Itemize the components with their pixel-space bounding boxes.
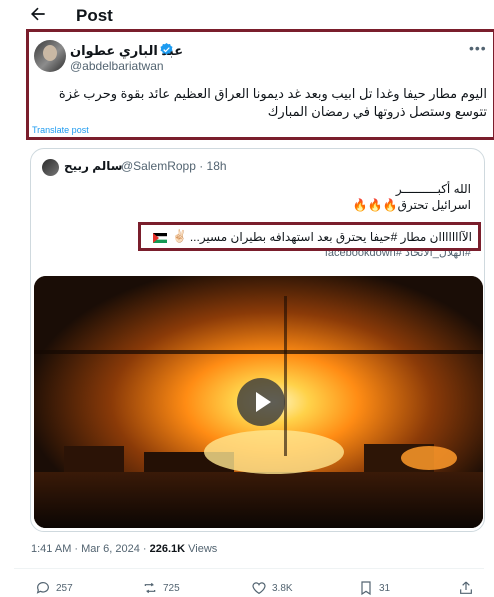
post-meta: 1:41 AM · Mar 6, 2024 · 226.1K Views (31, 543, 217, 555)
post-text-line-1: اليوم مطار حيفا وغدا تل ابيب وبعد غد ديم… (58, 86, 487, 101)
bookmark-icon (361, 581, 371, 596)
reply-icon (36, 582, 49, 594)
video-player[interactable] (34, 276, 483, 528)
author-avatar[interactable] (34, 40, 66, 72)
back-arrow-icon (31, 7, 45, 21)
quoted-author-handle: @SalemRopp · 18h (121, 159, 227, 173)
share-button[interactable] (458, 580, 474, 596)
quoted-author-avatar (42, 159, 59, 176)
quoted-text-line-1: الله أكبــــــــــر (395, 182, 471, 196)
play-icon[interactable] (237, 378, 285, 426)
repost-count: 725 (163, 582, 180, 594)
like-button[interactable]: 3.8K (251, 580, 293, 596)
post-timestamp[interactable]: 1:41 AM · Mar 6, 2024 · (31, 543, 150, 555)
author-handle[interactable]: @abdelbariatwan (70, 59, 164, 73)
peace-sign-icon: ✌🏻 (172, 229, 187, 243)
verified-badge-icon (160, 42, 173, 55)
back-arrow-button[interactable] (28, 4, 52, 28)
top-bar: Post (0, 0, 494, 32)
repost-icon (144, 582, 156, 594)
page-title: Post (76, 6, 113, 25)
post-text-line-2: تتوسع وستصل ذروتها في رمضان المبارك (267, 104, 487, 119)
reply-count: 257 (56, 582, 73, 594)
reply-button[interactable]: 257 (35, 580, 73, 596)
quoted-post-card[interactable]: سالم ربيح @SalemRopp · 18h الله أكبـــــ… (30, 148, 485, 532)
more-options-icon[interactable]: ••• (469, 40, 487, 56)
bookmark-button[interactable]: 31 (358, 580, 390, 596)
palestine-flag-icon (153, 233, 167, 243)
highlight-text: الآااااااان مطار #حيفا يحترق بعد استهداف… (189, 230, 472, 244)
bookmark-count: 31 (379, 582, 391, 594)
quoted-text-line-2: اسرائيل تحترق🔥🔥🔥 (352, 198, 471, 212)
heart-icon (252, 582, 266, 595)
action-bar: 257 725 3.8K 31 (0, 580, 494, 597)
translate-post-link[interactable]: Translate post (32, 125, 89, 135)
main-post: عبد الباري عطوان @abdelbariatwan ••• الي… (26, 29, 494, 140)
post-text: اليوم مطار حيفا وغدا تل ابيب وبعد غد ديم… (37, 85, 487, 121)
views-label: Views (185, 543, 218, 555)
like-count: 3.8K (272, 582, 293, 594)
share-icon (460, 581, 472, 594)
highlighted-quote-text: ✌🏻 الآااااااان مطار #حيفا يحترق بعد استه… (138, 222, 481, 251)
repost-button[interactable]: 725 (142, 580, 180, 596)
divider (14, 568, 484, 569)
views-count: 226.1K (149, 543, 186, 555)
quoted-author-name: سالم ربيح (64, 159, 123, 173)
